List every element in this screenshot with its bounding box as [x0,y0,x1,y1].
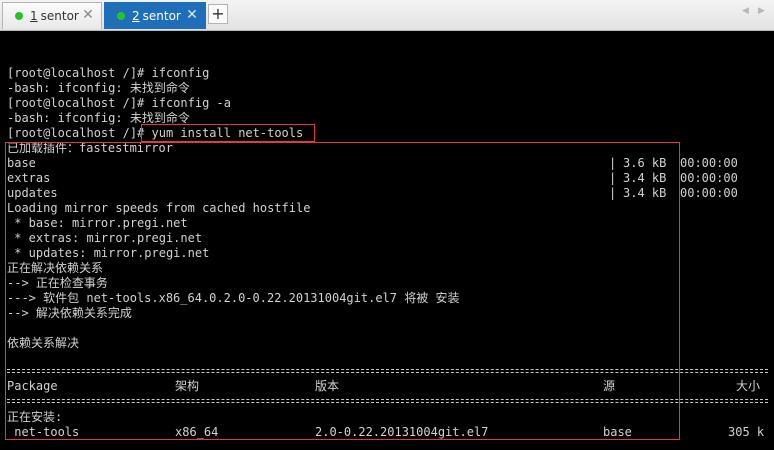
table-section-label: 正在安装: [7,410,63,424]
column-header-size: 大小 [736,379,761,393]
terminal-line: * extras: mirror.pregi.net [7,231,203,245]
table-rule [7,369,768,373]
terminal-line: --> 正在检查事务 [7,276,108,290]
terminal-line: * base: mirror.pregi.net [7,216,188,230]
terminal-line: [root@localhost /]# ifconfig -a [7,96,231,110]
column-header-repo: 源 [603,379,616,393]
scroll-tabs-right-icon[interactable]: ▶ [758,6,765,16]
table-cell-repo: base [603,425,632,439]
terminal-line: * updates: mirror.pregi.net [7,246,210,260]
table-cell-size: 305 k [728,425,765,439]
terminal-line: 依赖关系解决 [7,336,80,350]
tab-bar: 1 sentor ✕ 2 sentor ✕ + ◀ ▶ [0,0,774,31]
terminal-output[interactable]: [root@localhost /]# ifconfig -bash: ifco… [0,31,774,450]
repo-separator: | [609,186,617,200]
new-tab-button[interactable]: + [208,4,228,24]
repo-name: updates [7,186,58,200]
terminal-line: [root@localhost /]# ifconfig [7,66,210,80]
table-rule [7,399,768,403]
repo-separator: | [609,171,617,185]
repo-size: 3.4 kB [623,186,667,200]
tab-label: sentor [142,9,181,23]
terminal-line: ---> 软件包 net-tools.x86_64.0.2.0-0.22.201… [7,291,460,305]
repo-time: 00:00:00 [680,156,738,170]
table-cell-version: 2.0-0.22.20131004git.el7 [315,425,489,439]
tab-number: 1 [30,9,38,23]
column-header-version: 版本 [315,379,340,393]
terminal-line: 正在解决依赖关系 [7,261,104,275]
column-header-arch: 架构 [175,379,200,393]
close-icon[interactable]: ✕ [81,8,95,22]
repo-separator: | [609,156,617,170]
column-header-package: Package [7,379,58,393]
terminal-line: -bash: ifconfig: 未找到命令 [7,111,190,125]
terminal-line: 已加载插件：fastestmirror [7,141,173,155]
repo-time: 00:00:00 [680,171,738,185]
table-cell-package: net-tools [7,425,80,439]
terminal-line: --> 解决依赖关系完成 [7,306,132,320]
tab-session-1[interactable]: 1 sentor ✕ [2,2,102,29]
scroll-tabs-left-icon[interactable]: ◀ [742,6,749,16]
tab-session-2[interactable]: 2 sentor ✕ [104,2,206,29]
terminal-line: Loading mirror speeds from cached hostfi… [7,201,311,215]
tab-label: sentor [40,9,79,23]
install-command: yum install net-tools [151,126,304,140]
tab-number: 2 [132,9,140,23]
repo-size: 3.6 kB [623,156,667,170]
prompt-line: [root@localhost /]# yum install net-tool… [7,126,303,141]
terminal-line: -bash: ifconfig: 未找到命令 [7,81,190,95]
close-icon[interactable]: ✕ [185,8,199,22]
repo-name: extras [7,171,51,185]
connected-status-icon [15,12,23,20]
repo-size: 3.4 kB [623,171,667,185]
table-cell-arch: x86_64 [175,425,219,439]
connected-status-icon [117,12,125,20]
repo-time: 00:00:00 [680,186,738,200]
repo-name: base [7,156,36,170]
terminal-window: 1 sentor ✕ 2 sentor ✕ + ◀ ▶ [root@localh… [0,0,774,450]
shell-prompt: [root@localhost /]# [7,126,152,140]
